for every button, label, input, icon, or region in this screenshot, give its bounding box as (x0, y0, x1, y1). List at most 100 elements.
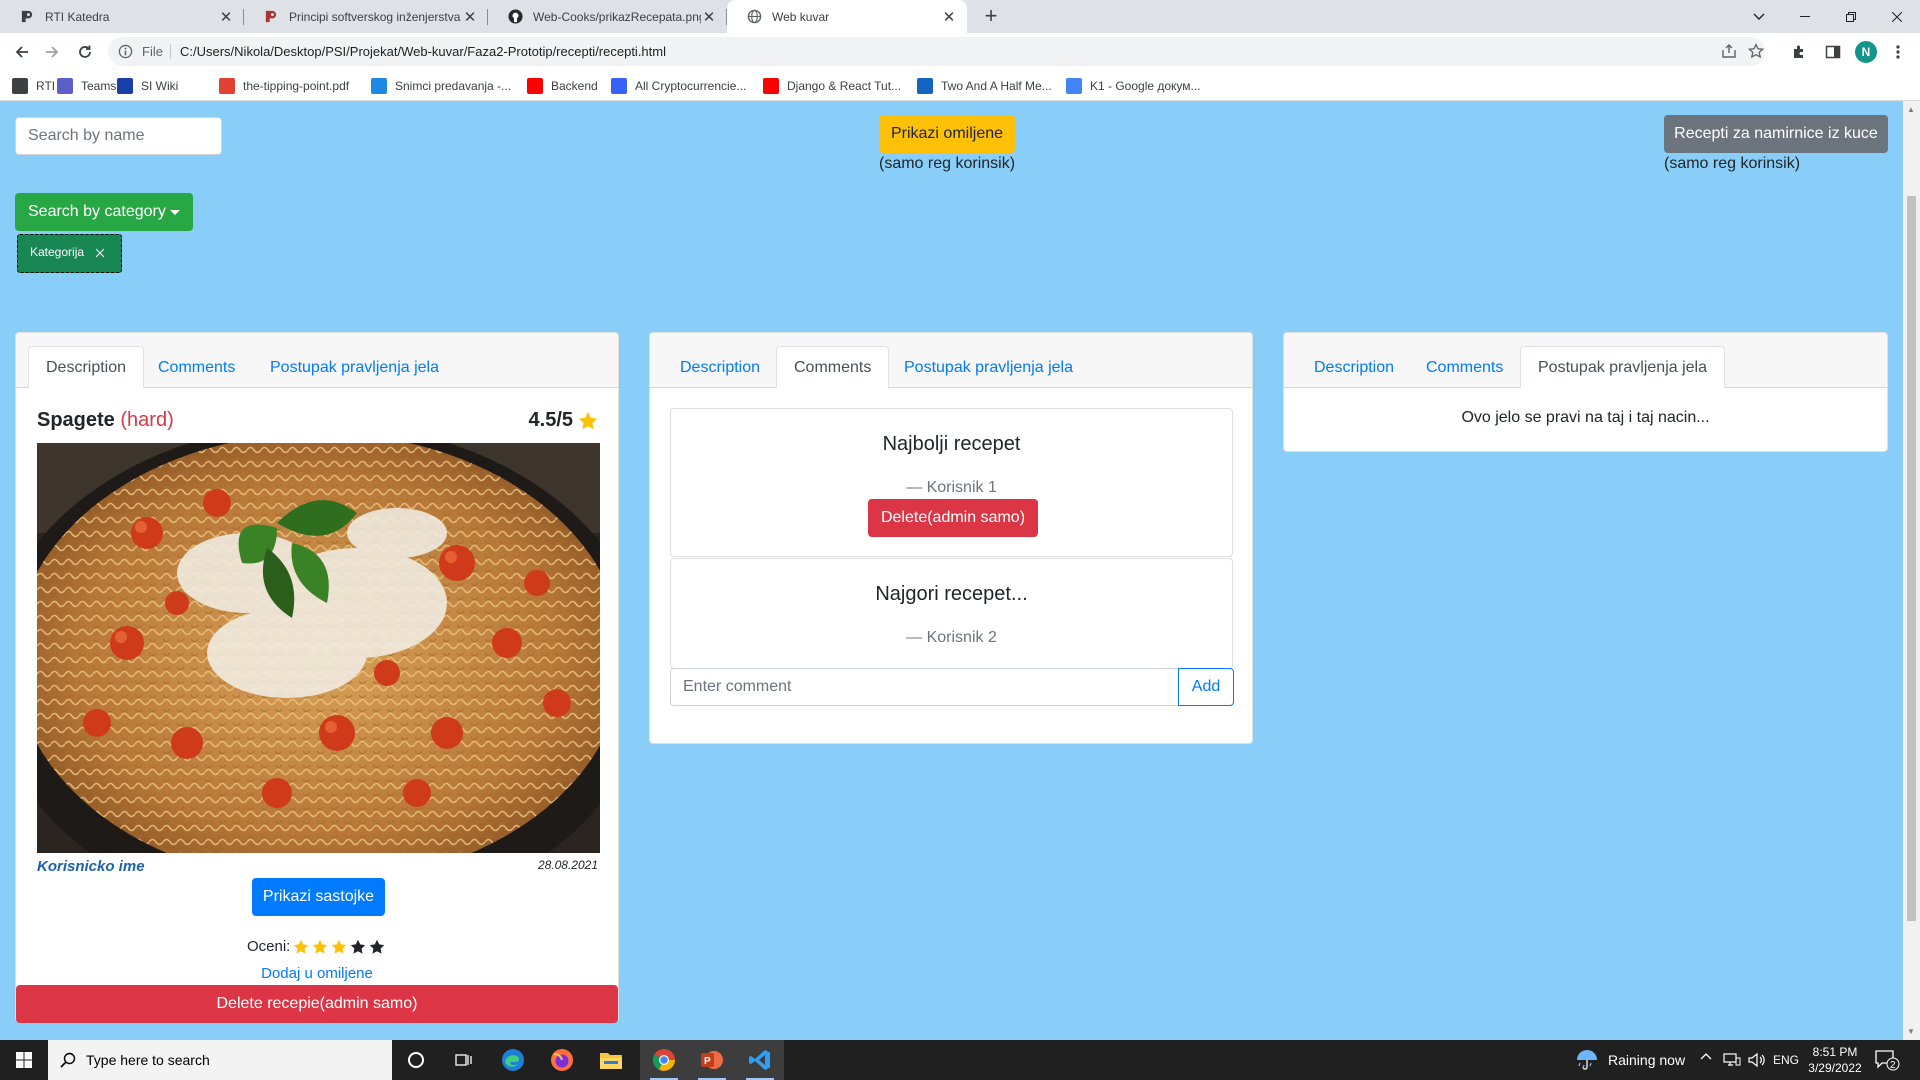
tab-comments[interactable]: Comments (776, 346, 890, 389)
delete-recipe-button[interactable]: Delete recepie(admin samo) (16, 985, 618, 1023)
volume-icon[interactable] (1748, 1052, 1766, 1068)
tab-comments[interactable]: Comments (140, 346, 253, 389)
forward-icon[interactable] (38, 38, 66, 66)
tab-postupak[interactable]: Postupak pravljenja jela (1520, 346, 1725, 389)
umbrella-icon (1576, 1049, 1598, 1071)
menu-kebab-icon[interactable] (1884, 38, 1912, 66)
show-favorites-button[interactable]: Prikazi omiljene (879, 115, 1015, 153)
bookmark-item[interactable]: Django & React Tut... (763, 76, 901, 96)
comment-card: Najbolji recepet — Korisnik 1 Delete(adm… (670, 408, 1233, 557)
firefox-icon[interactable] (538, 1040, 586, 1080)
cortana-icon[interactable] (392, 1040, 440, 1080)
back-icon[interactable] (8, 38, 36, 66)
side-panel-icon[interactable] (1819, 38, 1847, 66)
browser-tab-rti[interactable]: RTI Katedra ✕ (0, 0, 244, 33)
show-hidden-icons-icon[interactable] (1700, 1052, 1712, 1060)
browser-tab-web-kuvar[interactable]: Web kuvar ✕ (727, 0, 967, 33)
bookmark-item[interactable]: RTI (12, 76, 55, 96)
bookmark-star-icon[interactable] (1748, 43, 1764, 59)
bookmark-item[interactable]: Teams (57, 76, 116, 96)
address-bar[interactable]: File C:/Users/Nikola/Desktop/PSI/Projeka… (108, 37, 1765, 66)
recipe-card-description: Description Comments Postupak pravljenja… (15, 332, 619, 1023)
tab-postupak[interactable]: Postupak pravljenja jela (886, 346, 1091, 389)
star-empty-icon[interactable] (350, 939, 366, 955)
recipe-author-link[interactable]: Korisnicko ime (37, 858, 145, 875)
scroll-down-icon[interactable]: ▼ (1907, 1027, 1915, 1036)
bookmark-item[interactable]: All Cryptocurrencie... (611, 76, 746, 96)
star-filled-icon[interactable] (293, 939, 309, 955)
tab-title: Principi softverskog inženjerstva (289, 9, 461, 24)
comment-input[interactable] (670, 668, 1179, 706)
close-tab-icon[interactable]: ✕ (462, 8, 478, 26)
chrome-icon[interactable] (640, 1040, 688, 1080)
restore-icon[interactable] (1828, 0, 1874, 33)
bookmark-item[interactable]: K1 - Google докум... (1066, 76, 1201, 96)
rate-label: Oceni: (247, 938, 291, 955)
bookmark-icon (527, 78, 543, 94)
chip-label: Kategorija (30, 245, 85, 259)
url-text[interactable]: C:/Users/Nikola/Desktop/PSI/Projekat/Web… (180, 44, 666, 59)
browser-tab-pdf[interactable]: Principi softverskog inženjerstva ✕ (244, 0, 488, 33)
close-tab-icon[interactable]: ✕ (218, 8, 234, 26)
tab-comments[interactable]: Comments (1408, 346, 1521, 389)
bookmark-item[interactable]: the-tipping-point.pdf (219, 76, 349, 96)
category-chip[interactable]: Kategorija (17, 234, 122, 273)
taskbar-clock[interactable]: 8:51 PM 3/29/2022 (1805, 1044, 1865, 1076)
scrollbar-thumb[interactable] (1907, 196, 1916, 921)
remove-chip-icon[interactable] (94, 247, 106, 259)
powerpoint-icon[interactable]: P (688, 1040, 736, 1080)
delete-comment-button[interactable]: Delete(admin samo) (868, 499, 1038, 537)
browser-tab-github[interactable]: Web-Cooks/prikazRecepata.png ✕ (488, 0, 727, 33)
search-by-name-input[interactable] (15, 117, 222, 155)
rate-stars (293, 939, 385, 955)
share-icon[interactable] (1721, 43, 1737, 59)
tab-description[interactable]: Description (1296, 346, 1412, 389)
add-to-favorites-link[interactable]: Dodaj u omiljene (16, 965, 618, 982)
bookmark-item[interactable]: Backend (527, 76, 598, 96)
task-view-icon[interactable] (440, 1040, 488, 1080)
comment-text: Najbolji recepet (882, 433, 1021, 455)
scroll-up-icon[interactable]: ▲ (1907, 105, 1915, 114)
page-content: Prikazi omiljene (samo reg korinsik) Rec… (0, 101, 1920, 1040)
taskbar-search-box[interactable]: Type here to search (48, 1040, 392, 1080)
bookmark-label: SI Wiki (141, 79, 179, 93)
close-tab-icon[interactable]: ✕ (701, 8, 717, 26)
show-ingredients-button[interactable]: Prikazi sastojke (252, 878, 385, 916)
bookmark-label: the-tipping-point.pdf (243, 79, 350, 93)
minimize-icon[interactable] (1782, 0, 1828, 33)
vscode-icon[interactable] (736, 1040, 784, 1080)
network-icon[interactable] (1723, 1053, 1741, 1067)
tab-description[interactable]: Description (662, 346, 778, 389)
close-window-icon[interactable] (1874, 0, 1920, 33)
recipe-image (37, 443, 600, 853)
bookmark-item[interactable]: SI Wiki (117, 76, 178, 96)
edge-icon[interactable] (489, 1040, 537, 1080)
reload-icon[interactable] (71, 38, 99, 66)
star-empty-icon[interactable] (369, 939, 385, 955)
profile-avatar[interactable]: N (1855, 41, 1877, 63)
tab-search-icon[interactable] (1736, 0, 1782, 33)
divider (170, 44, 171, 59)
clock-time: 8:51 PM (1812, 1045, 1858, 1059)
bookmark-item[interactable]: Two And A Half Me... (917, 76, 1052, 96)
add-comment-button[interactable]: Add (1178, 668, 1234, 706)
file-explorer-icon[interactable] (587, 1040, 635, 1080)
tab-description[interactable]: Description (28, 346, 145, 389)
site-info-icon[interactable] (118, 44, 133, 59)
windows-start-icon[interactable] (0, 1040, 48, 1080)
rate-recipe: Oceni: (247, 938, 385, 955)
extensions-icon[interactable] (1785, 38, 1813, 66)
search-by-category-dropdown[interactable]: Search by category (15, 193, 193, 231)
notification-center-icon[interactable]: 2 (1874, 1048, 1900, 1072)
bookmark-item[interactable]: Snimci predavanja -... (371, 76, 511, 96)
new-tab-button[interactable]: + (977, 2, 1005, 30)
home-ingredients-button[interactable]: Recepti za namirnice iz kuce (1664, 115, 1888, 153)
taskbar-search-placeholder: Type here to search (86, 1052, 210, 1068)
close-tab-icon[interactable]: ✕ (941, 8, 957, 26)
star-filled-icon[interactable] (312, 939, 328, 955)
weather-widget[interactable]: Raining now (1576, 1040, 1685, 1080)
tab-postupak[interactable]: Postupak pravljenja jela (252, 346, 457, 389)
language-indicator[interactable]: ENG (1773, 1053, 1799, 1067)
star-filled-icon[interactable] (331, 939, 347, 955)
page-scrollbar[interactable]: ▲ ▼ (1903, 101, 1920, 1040)
